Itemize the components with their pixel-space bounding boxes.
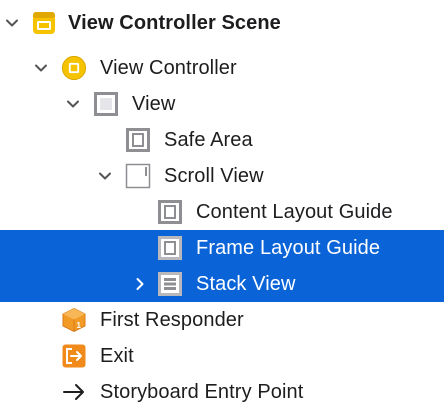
scroll-view-label: Scroll View [164,165,264,187]
outline-row-stack-view[interactable]: Stack View [0,266,444,302]
view-label: View [132,93,176,115]
scene-label: View Controller Scene [68,12,281,34]
layout-guide-icon [125,127,151,153]
stack-view-icon [157,271,183,297]
outline-row-scene[interactable]: View Controller Scene [0,5,444,41]
chevron-down-icon[interactable] [96,167,114,185]
first-responder-label: First Responder [100,309,244,331]
arrow-right-icon [61,379,87,405]
chevron-down-icon[interactable] [64,95,82,113]
svg-text:1: 1 [77,321,82,330]
layout-guide-icon [157,235,183,261]
view-controller-icon [61,55,87,81]
chevron-right-icon[interactable] [131,275,149,293]
safe-area-label: Safe Area [164,129,253,151]
frame-layout-guide-label: Frame Layout Guide [196,237,381,259]
view-icon [93,91,119,117]
entry-point-label: Storyboard Entry Point [100,381,304,403]
scroll-view-icon [125,163,151,189]
chevron-down-icon[interactable] [3,14,21,32]
first-responder-cube-icon: 1 [61,307,87,333]
exit-icon [61,343,87,369]
outline-row-frame-layout-guide[interactable]: Frame Layout Guide [0,230,444,266]
outline-row-first-responder[interactable]: 1 First Responder [0,302,444,338]
content-layout-guide-label: Content Layout Guide [196,201,393,223]
layout-guide-icon [157,199,183,225]
chevron-down-icon[interactable] [32,59,50,77]
outline-row-safe-area[interactable]: Safe Area [0,122,444,158]
outline-row-exit[interactable]: Exit [0,338,444,374]
storyboard-scene-icon [31,10,57,36]
exit-label: Exit [100,345,134,367]
outline-row-content-layout-guide[interactable]: Content Layout Guide [0,194,444,230]
outline-row-view-controller[interactable]: View Controller [0,50,444,86]
document-outline: View Controller Scene View Controller Vi… [0,0,444,418]
outline-row-entry-point[interactable]: Storyboard Entry Point [0,374,444,410]
outline-row-view[interactable]: View [0,86,444,122]
outline-row-scroll-view[interactable]: Scroll View [0,158,444,194]
stack-view-label: Stack View [196,273,296,295]
view-controller-label: View Controller [100,57,237,79]
